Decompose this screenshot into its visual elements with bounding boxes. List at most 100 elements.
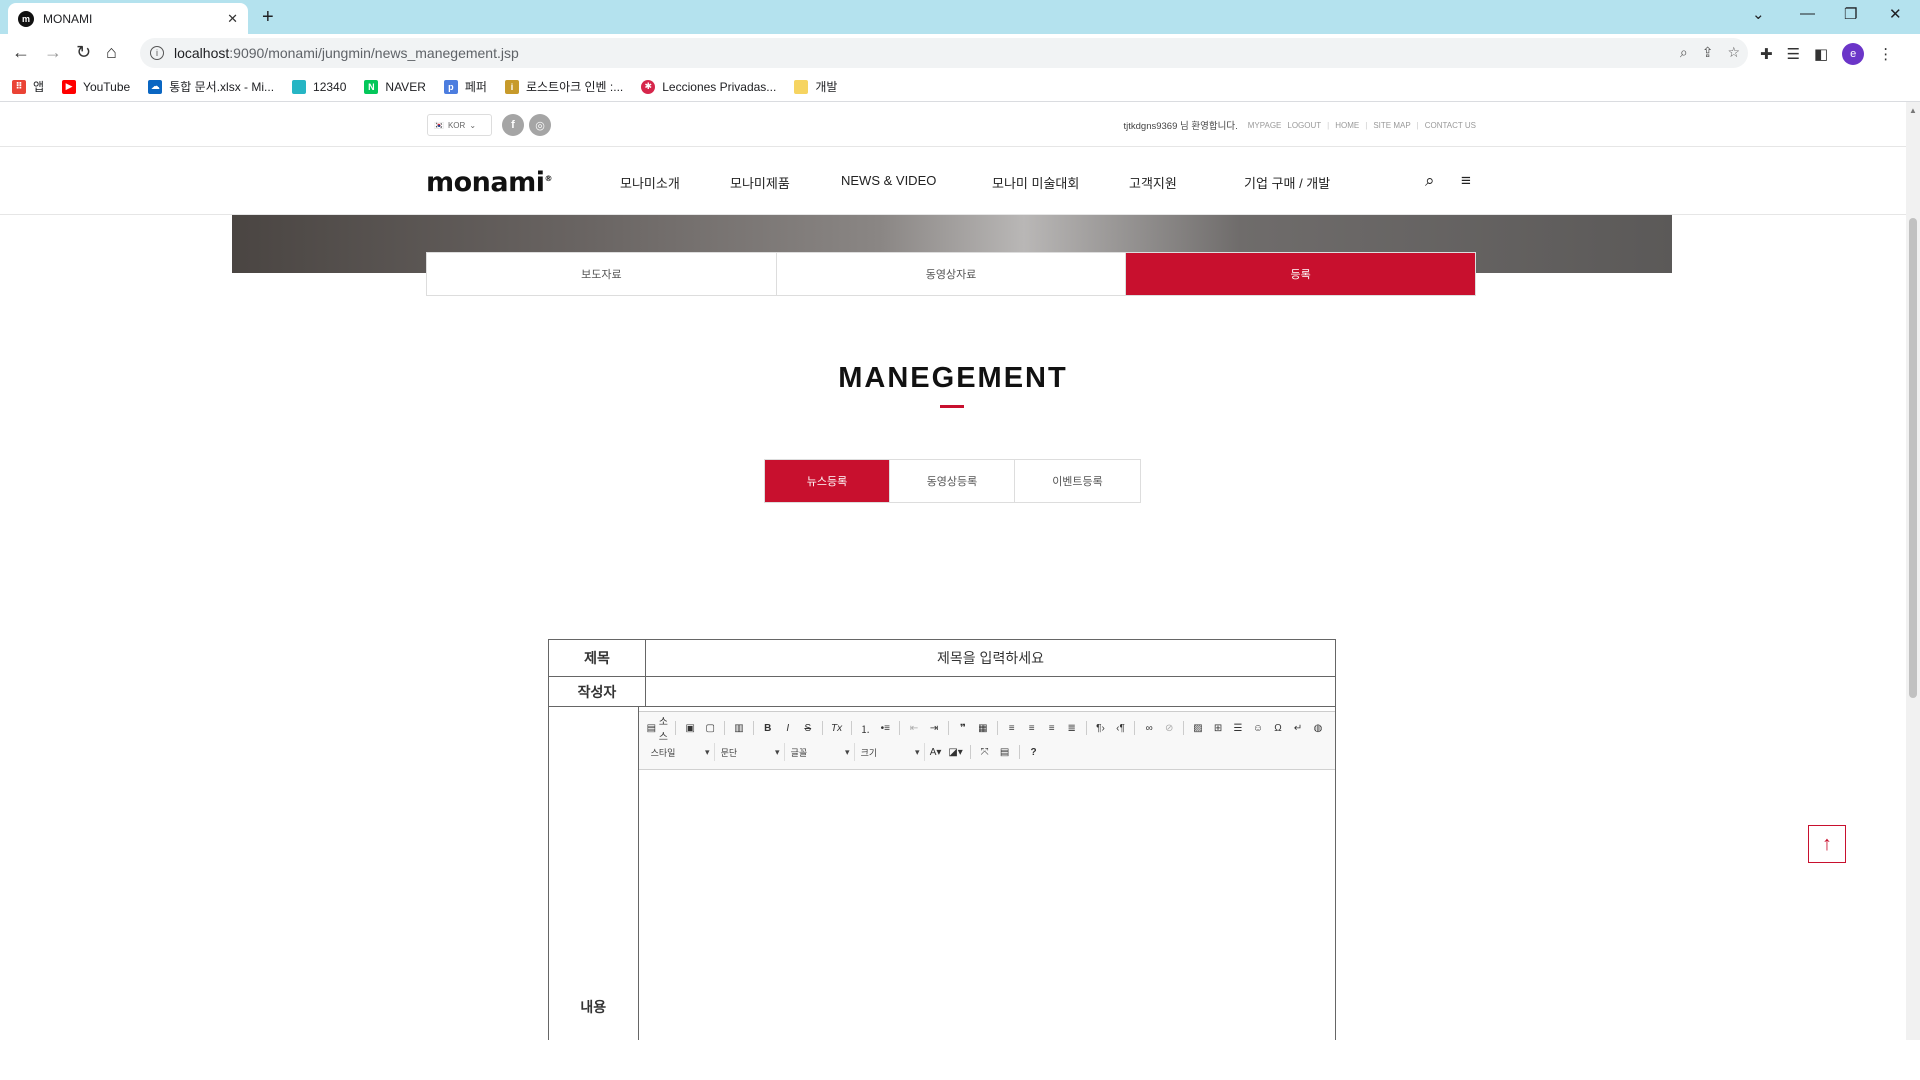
reload-icon[interactable]: ↻: [76, 42, 91, 62]
minimize-icon[interactable]: —: [1800, 5, 1815, 22]
numbered-list-icon[interactable]: ⒈: [856, 719, 874, 737]
facebook-icon[interactable]: f: [502, 114, 524, 136]
share-icon[interactable]: ⇪: [1702, 44, 1714, 61]
title-input[interactable]: [646, 640, 1335, 676]
address-bar[interactable]: i localhost:9090/monami/jungmin/news_man…: [140, 38, 1748, 68]
horizontal-rule-icon[interactable]: ☰: [1229, 719, 1247, 737]
help-icon[interactable]: ?: [1025, 743, 1043, 761]
remove-format-icon[interactable]: Tx: [828, 719, 846, 737]
profile-avatar[interactable]: e: [1842, 43, 1865, 65]
ltr-icon[interactable]: ¶›: [1091, 719, 1109, 737]
source-button[interactable]: ▤ 소스: [647, 717, 671, 743]
bookmark-papago[interactable]: p 페퍼: [443, 78, 487, 95]
writer-input[interactable]: [646, 677, 1335, 706]
tab-register[interactable]: 등록: [1126, 253, 1476, 295]
reading-list-icon[interactable]: ☰: [1787, 45, 1800, 63]
bookmark-naver[interactable]: N NAVER: [364, 79, 426, 94]
unlink-icon[interactable]: ⊘: [1160, 719, 1178, 737]
save-icon[interactable]: ▣: [681, 719, 699, 737]
bookmark-folder-dev[interactable]: 개발: [794, 78, 837, 95]
search-icon[interactable]: ⌕: [1425, 171, 1435, 191]
extensions-icon[interactable]: ✚: [1760, 45, 1773, 63]
back-icon[interactable]: ←: [12, 42, 30, 62]
iframe-icon[interactable]: ◍: [1309, 719, 1327, 737]
template-icon[interactable]: ▥: [730, 719, 748, 737]
indent-icon[interactable]: ⇥: [925, 719, 943, 737]
bookmark-youtube[interactable]: ▶ YouTube: [62, 79, 130, 94]
logout-link[interactable]: LOGOUT: [1287, 121, 1321, 130]
nav-item-about[interactable]: 모나미소개: [620, 173, 680, 192]
new-page-icon[interactable]: ▢: [701, 719, 719, 737]
mypage-link[interactable]: MYPAGE: [1248, 121, 1282, 130]
nav-item-products[interactable]: 모나미제품: [730, 173, 790, 192]
hamburger-menu-icon[interactable]: ≡: [1461, 171, 1471, 191]
tab-event-register[interactable]: 이벤트등록: [1015, 460, 1140, 502]
link-icon[interactable]: ∞: [1140, 719, 1158, 737]
page-break-icon[interactable]: ↵: [1289, 719, 1307, 737]
scroll-up-icon[interactable]: ▲: [1909, 106, 1917, 115]
italic-icon[interactable]: I: [779, 719, 797, 737]
table-icon[interactable]: ⊞: [1209, 719, 1227, 737]
language-select[interactable]: 🇰🇷 KOR ⌄: [427, 114, 492, 136]
home-link[interactable]: HOME: [1335, 121, 1359, 130]
tab-search-icon[interactable]: ⌄: [1752, 5, 1765, 23]
restore-icon[interactable]: ❐: [1844, 5, 1857, 23]
rtl-icon[interactable]: ‹¶: [1111, 719, 1129, 737]
format-select[interactable]: 문단 ▾: [717, 743, 785, 761]
browser-tab[interactable]: m MONAMI ✕: [8, 3, 248, 34]
korea-flag-icon: 🇰🇷: [434, 120, 444, 130]
nav-item-corporate[interactable]: 기업 구매 / 개발: [1244, 173, 1330, 192]
font-select[interactable]: 글꼴 ▾: [787, 743, 855, 761]
close-tab-icon[interactable]: ✕: [227, 11, 238, 27]
bookmark-star-icon[interactable]: ☆: [1727, 44, 1740, 61]
forward-icon[interactable]: →: [44, 42, 62, 62]
contact-link[interactable]: CONTACT US: [1425, 121, 1476, 130]
side-panel-icon[interactable]: ◧: [1814, 45, 1828, 63]
maximize-icon[interactable]: ⤧: [976, 743, 994, 761]
new-tab-icon[interactable]: +: [262, 6, 274, 29]
bookmark-12340[interactable]: 12340: [292, 79, 346, 94]
instagram-icon[interactable]: ◎: [529, 114, 551, 136]
tab-news-register[interactable]: 뉴스등록: [765, 460, 890, 502]
browser-menu-icon[interactable]: ⋮: [1878, 45, 1893, 63]
align-left-icon[interactable]: ≡: [1003, 719, 1021, 737]
tab-press-release[interactable]: 보도자료: [427, 253, 777, 295]
image-icon[interactable]: ▨: [1189, 719, 1207, 737]
blockquote-icon[interactable]: ❞: [954, 719, 972, 737]
tab-video-register[interactable]: 동영상등록: [890, 460, 1015, 502]
nav-item-support[interactable]: 고객지원: [1129, 173, 1177, 192]
align-justify-icon[interactable]: ≣: [1063, 719, 1081, 737]
bookmark-apps[interactable]: ⠿ 앱: [12, 78, 44, 95]
tab-video-material[interactable]: 동영상자료: [777, 253, 1127, 295]
sitemap-link[interactable]: SITE MAP: [1373, 121, 1410, 130]
text-color-icon[interactable]: A▾: [927, 743, 945, 761]
site-info-icon[interactable]: i: [150, 46, 164, 60]
size-select[interactable]: 크기 ▾: [857, 743, 925, 761]
zoom-icon[interactable]: ⌕: [1680, 44, 1688, 61]
align-right-icon[interactable]: ≡: [1043, 719, 1061, 737]
nav-item-news-video[interactable]: NEWS & VIDEO: [841, 173, 936, 188]
special-char-icon[interactable]: Ω: [1269, 719, 1287, 737]
div-container-icon[interactable]: ▦: [974, 719, 992, 737]
bullet-list-icon[interactable]: •≡: [876, 719, 894, 737]
home-icon[interactable]: ⌂: [106, 42, 117, 62]
smiley-icon[interactable]: ☺: [1249, 719, 1267, 737]
scroll-to-top-button[interactable]: ↑: [1808, 825, 1846, 863]
bookmark-lecciones[interactable]: ✱ Lecciones Privadas...: [641, 79, 776, 94]
title-label: 제목: [549, 640, 646, 676]
bookmark-onedrive[interactable]: ☁ 통합 문서.xlsx - Mi...: [148, 78, 274, 95]
bookmark-inven[interactable]: i 로스트아크 인벤 :...: [504, 78, 623, 95]
bold-icon[interactable]: B: [759, 719, 777, 737]
outdent-icon[interactable]: ⇤: [905, 719, 923, 737]
align-center-icon[interactable]: ≡: [1023, 719, 1041, 737]
close-window-icon[interactable]: ✕: [1889, 5, 1902, 23]
monami-logo[interactable]: monami®: [426, 167, 552, 198]
bg-color-icon[interactable]: ◪▾: [947, 743, 965, 761]
scrollbar-thumb[interactable]: [1909, 218, 1917, 698]
strike-icon[interactable]: S: [799, 719, 817, 737]
style-select[interactable]: 스타일 ▾: [647, 743, 715, 761]
editor-content-area[interactable]: [638, 770, 1335, 1040]
page-scrollbar[interactable]: ▲: [1906, 102, 1920, 1040]
show-blocks-icon[interactable]: ▤: [996, 743, 1014, 761]
nav-item-art-contest[interactable]: 모나미 미술대회: [992, 173, 1079, 192]
